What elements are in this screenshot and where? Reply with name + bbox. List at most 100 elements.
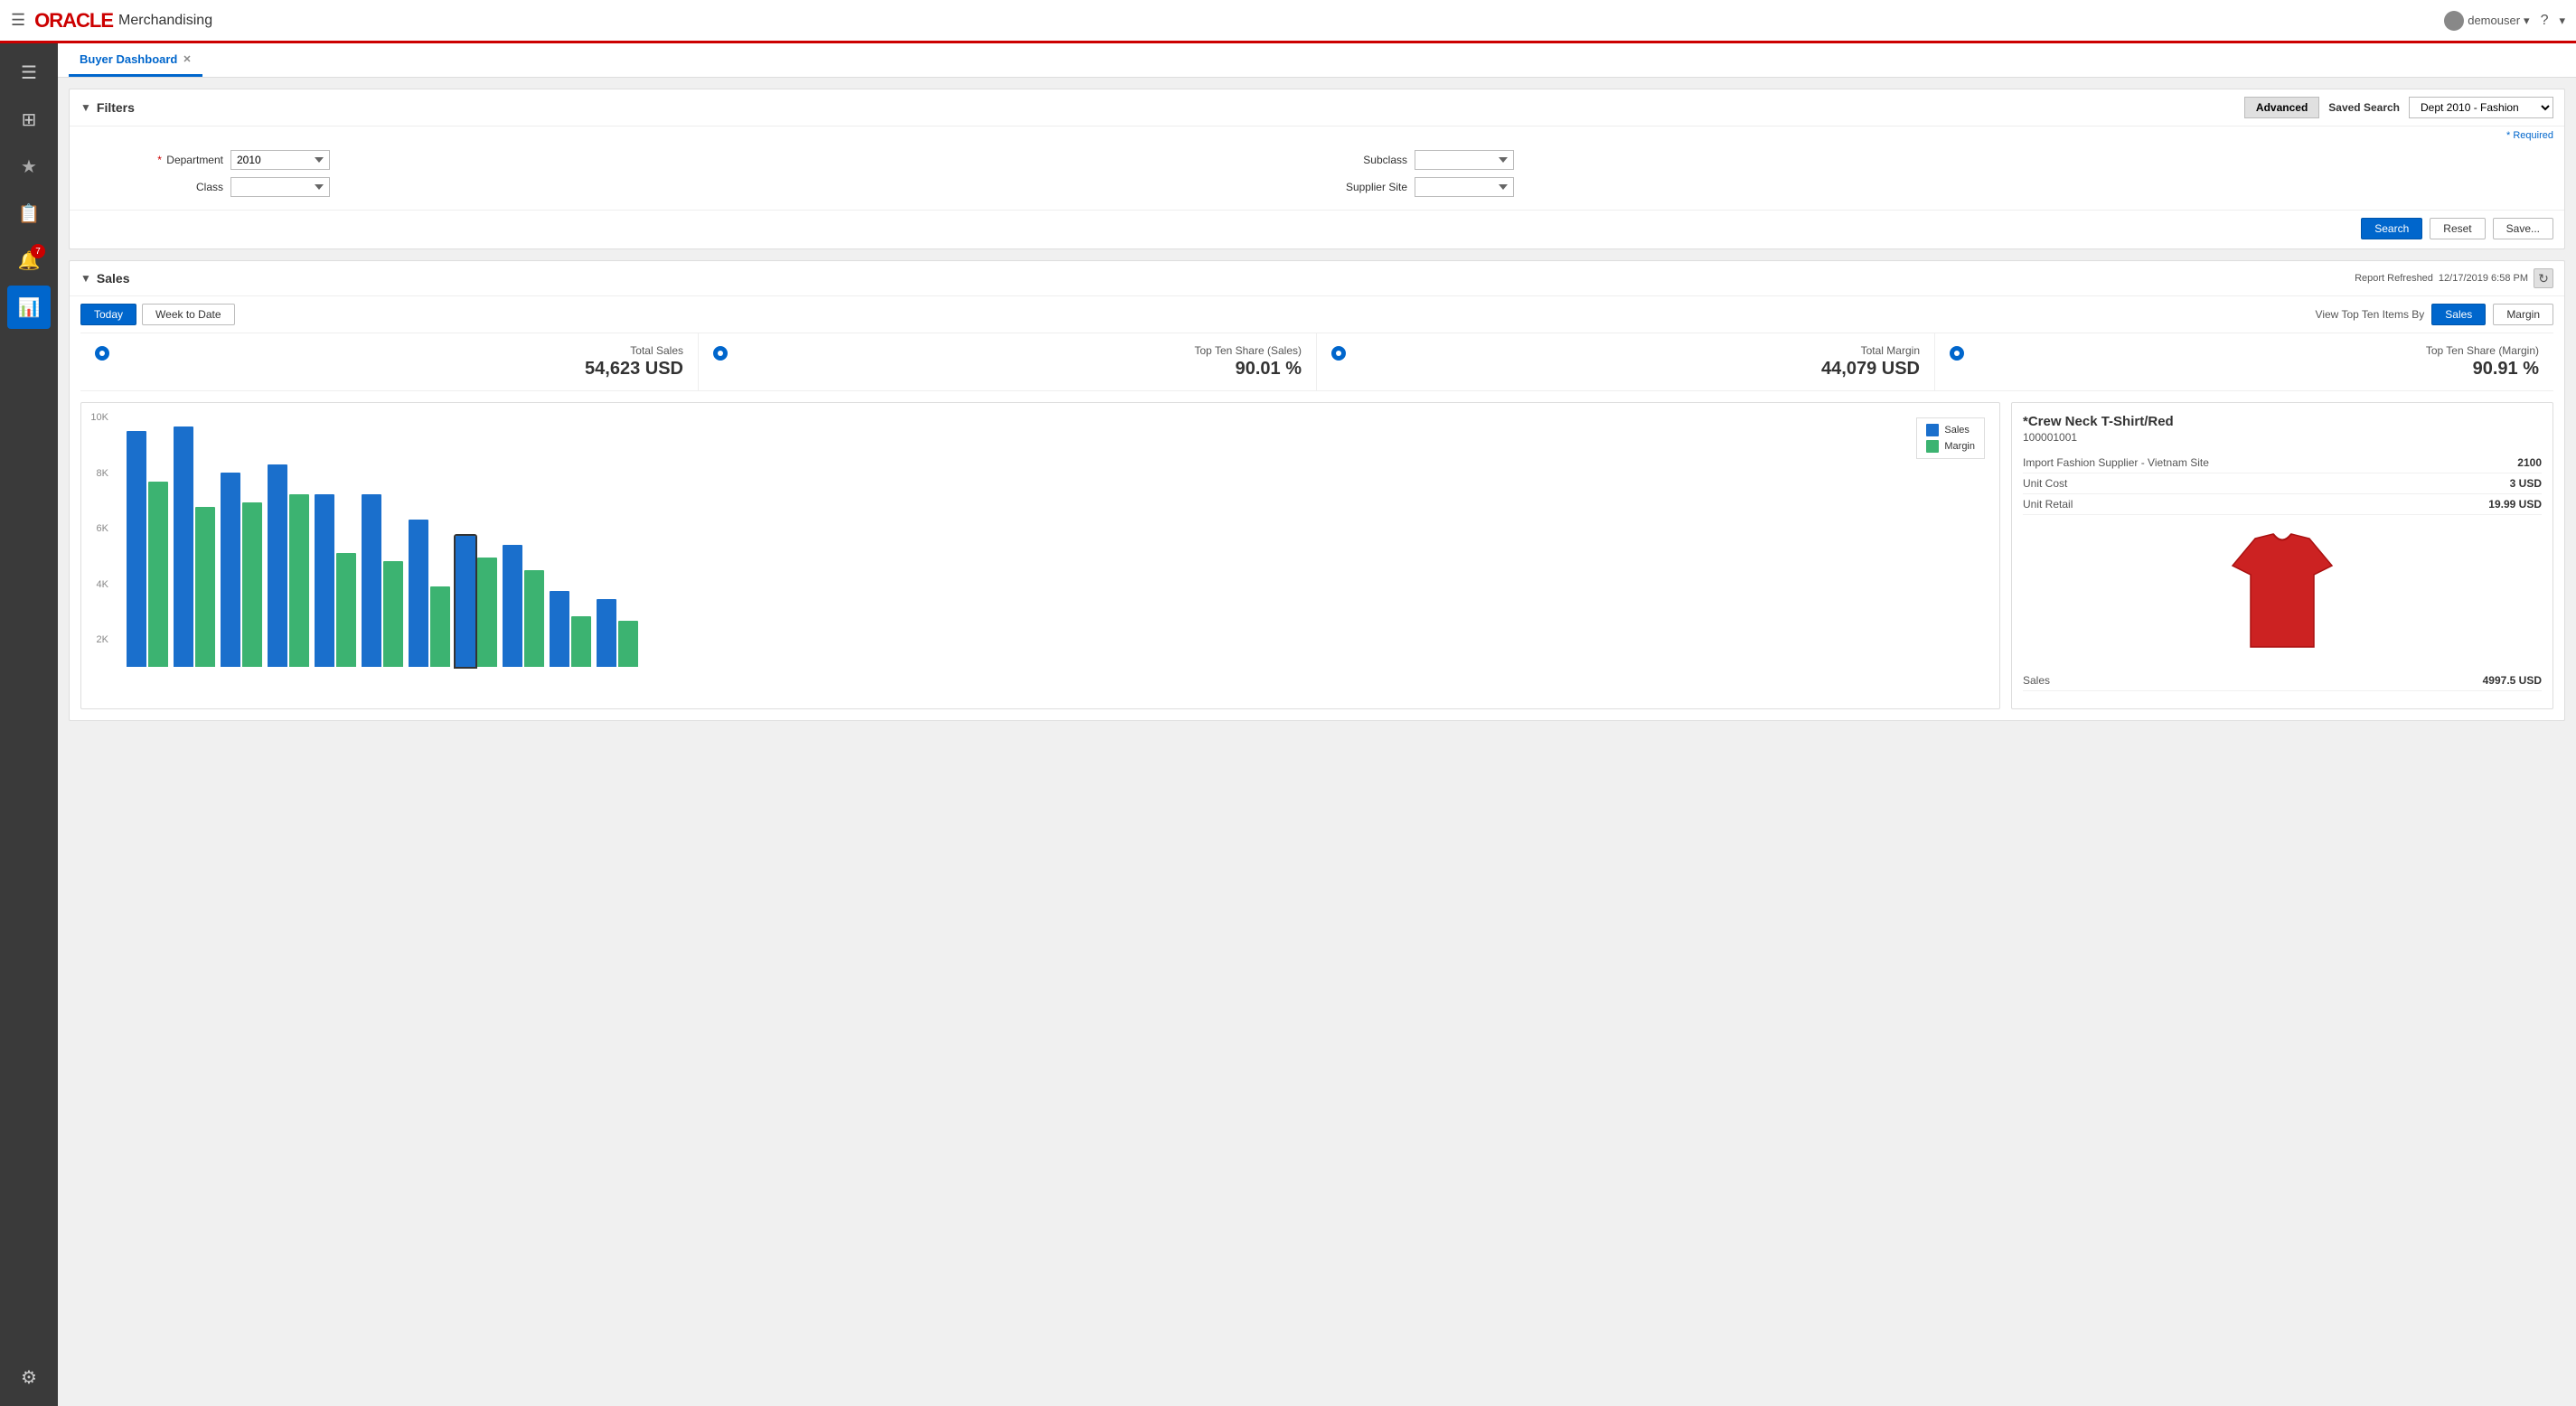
bar-sales-8[interactable] bbox=[503, 545, 522, 667]
today-button[interactable]: Today bbox=[80, 304, 136, 325]
sidebar-item-notifications[interactable]: 🔔 7 bbox=[7, 239, 51, 282]
report-refreshed-date: 12/17/2019 6:58 PM bbox=[2439, 273, 2528, 284]
notification-badge: 7 bbox=[31, 244, 45, 258]
department-select[interactable]: 2010 bbox=[230, 150, 330, 170]
chart-bars bbox=[127, 414, 1988, 667]
bar-margin-5[interactable] bbox=[383, 561, 403, 667]
tab-buyer-dashboard[interactable]: Buyer Dashboard ✕ bbox=[69, 43, 202, 77]
sales-title: Sales bbox=[97, 271, 130, 286]
bar-group-8[interactable] bbox=[503, 414, 544, 667]
kpi-total-sales-value: 54,623 USD bbox=[118, 359, 683, 380]
bar-sales-6[interactable] bbox=[409, 520, 428, 667]
detail-unit-retail-label: Unit Retail bbox=[2023, 498, 2073, 511]
nav-dropdown-icon[interactable]: ▾ bbox=[2559, 14, 2565, 28]
bar-sales-3[interactable] bbox=[268, 464, 287, 667]
sales-panel-header: ▼ Sales Report Refreshed 12/17/2019 6:58… bbox=[70, 261, 2564, 296]
supplier-site-filter-row: Supplier Site bbox=[1326, 177, 2492, 197]
kpi-radio-top-ten-sales[interactable] bbox=[713, 346, 728, 361]
detail-unit-retail-row: Unit Retail 19.99 USD bbox=[2023, 494, 2542, 515]
bar-group-4[interactable] bbox=[315, 414, 356, 667]
gear-icon: ⚙ bbox=[21, 1366, 37, 1389]
top-ten-sales-button[interactable]: Sales bbox=[2431, 304, 2486, 325]
bar-sales-9[interactable] bbox=[550, 591, 569, 667]
help-icon[interactable]: ? bbox=[2541, 13, 2549, 29]
bar-group-1[interactable] bbox=[174, 414, 215, 667]
bar-group-0[interactable] bbox=[127, 414, 168, 667]
bar-margin-1[interactable] bbox=[195, 507, 215, 667]
legend-sales: Sales bbox=[1926, 424, 1975, 436]
class-label: Class bbox=[142, 181, 223, 193]
bar-sales-5[interactable] bbox=[362, 494, 381, 667]
bar-sales-7[interactable] bbox=[456, 536, 475, 667]
tab-bar: Buyer Dashboard ✕ bbox=[58, 43, 2576, 78]
report-refresh: Report Refreshed 12/17/2019 6:58 PM ↻ bbox=[2355, 268, 2553, 288]
advanced-button[interactable]: Advanced bbox=[2244, 97, 2319, 118]
legend-sales-label: Sales bbox=[1944, 425, 1970, 436]
bar-margin-6[interactable] bbox=[430, 586, 450, 667]
bar-margin-4[interactable] bbox=[336, 553, 356, 667]
bar-margin-10[interactable] bbox=[618, 621, 638, 667]
bar-group-2[interactable] bbox=[221, 414, 262, 667]
bar-margin-9[interactable] bbox=[571, 616, 591, 667]
saved-search-select[interactable]: Dept 2010 - Fashion bbox=[2409, 97, 2553, 118]
bar-group-9[interactable] bbox=[550, 414, 591, 667]
detail-item-name: *Crew Neck T-Shirt/Red bbox=[2023, 414, 2542, 429]
subclass-label: Subclass bbox=[1326, 154, 1407, 166]
kpi-radio-margin[interactable] bbox=[1331, 346, 1346, 361]
star-icon: ★ bbox=[21, 155, 37, 178]
collapse-icon[interactable]: ▼ bbox=[80, 101, 91, 114]
bar-sales-10[interactable] bbox=[597, 599, 616, 667]
bar-margin-7[interactable] bbox=[477, 558, 497, 667]
chart-icon: 📊 bbox=[18, 296, 41, 319]
page-content: ▼ Filters Advanced Saved Search Dept 201… bbox=[58, 78, 2576, 732]
class-select[interactable] bbox=[230, 177, 330, 197]
bar-margin-0[interactable] bbox=[148, 482, 168, 667]
sidebar-item-favorites[interactable]: ★ bbox=[7, 145, 51, 188]
filters-grid: * Department 2010 Subclass bbox=[70, 141, 2564, 206]
supplier-site-select[interactable] bbox=[1415, 177, 1514, 197]
sidebar-item-tasks[interactable]: 📋 bbox=[7, 192, 51, 235]
kpi-total-margin-label: Total Margin bbox=[1355, 344, 1920, 357]
refresh-button[interactable]: ↻ bbox=[2534, 268, 2553, 288]
bar-margin-8[interactable] bbox=[524, 570, 544, 667]
tab-label: Buyer Dashboard bbox=[80, 52, 177, 66]
kpi-radio-top-ten-margin[interactable] bbox=[1950, 346, 1964, 361]
bar-margin-3[interactable] bbox=[289, 494, 309, 667]
kpi-top-ten-share-sales-label: Top Ten Share (Sales) bbox=[737, 344, 1302, 357]
bar-group-10[interactable] bbox=[597, 414, 638, 667]
username: demouser bbox=[2468, 14, 2520, 27]
reset-button[interactable]: Reset bbox=[2430, 218, 2485, 239]
search-button[interactable]: Search bbox=[2361, 218, 2422, 239]
filters-actions: Search Reset Save... bbox=[70, 210, 2564, 248]
menu-icon[interactable]: ☰ bbox=[11, 11, 25, 30]
sidebar-item-grid[interactable]: ⊞ bbox=[7, 98, 51, 141]
detail-sales-value: 4997.5 USD bbox=[2483, 674, 2542, 687]
bar-sales-0[interactable] bbox=[127, 431, 146, 667]
user-menu[interactable]: demouser ▾ bbox=[2444, 11, 2529, 31]
sidebar-item-menu[interactable]: ☰ bbox=[7, 51, 51, 94]
sidebar-item-dashboard[interactable]: 📊 bbox=[7, 286, 51, 329]
bar-group-6[interactable] bbox=[409, 414, 450, 667]
kpi-radio-sales[interactable] bbox=[95, 346, 109, 361]
bar-group-3[interactable] bbox=[268, 414, 309, 667]
bar-sales-2[interactable] bbox=[221, 473, 240, 667]
sidebar-item-settings[interactable]: ⚙ bbox=[7, 1355, 51, 1399]
sales-collapse-icon[interactable]: ▼ bbox=[80, 272, 91, 285]
bar-group-7[interactable] bbox=[456, 414, 497, 667]
class-filter-row: Class bbox=[142, 177, 1308, 197]
oracle-wordmark: ORACLE bbox=[34, 9, 113, 33]
bar-sales-4[interactable] bbox=[315, 494, 334, 667]
subclass-filter-row: Subclass bbox=[1326, 150, 2492, 170]
subclass-select[interactable] bbox=[1415, 150, 1514, 170]
detail-sales-label: Sales bbox=[2023, 674, 2050, 687]
department-label: * Department bbox=[142, 154, 223, 166]
legend-margin-label: Margin bbox=[1944, 441, 1975, 452]
week-to-date-button[interactable]: Week to Date bbox=[142, 304, 234, 325]
top-ten-margin-button[interactable]: Margin bbox=[2493, 304, 2553, 325]
bar-margin-2[interactable] bbox=[242, 502, 262, 667]
save-button[interactable]: Save... bbox=[2493, 218, 2553, 239]
tab-close-icon[interactable]: ✕ bbox=[183, 53, 191, 65]
bar-group-5[interactable] bbox=[362, 414, 403, 667]
bar-sales-1[interactable] bbox=[174, 426, 193, 667]
detail-unit-cost-row: Unit Cost 3 USD bbox=[2023, 473, 2542, 494]
